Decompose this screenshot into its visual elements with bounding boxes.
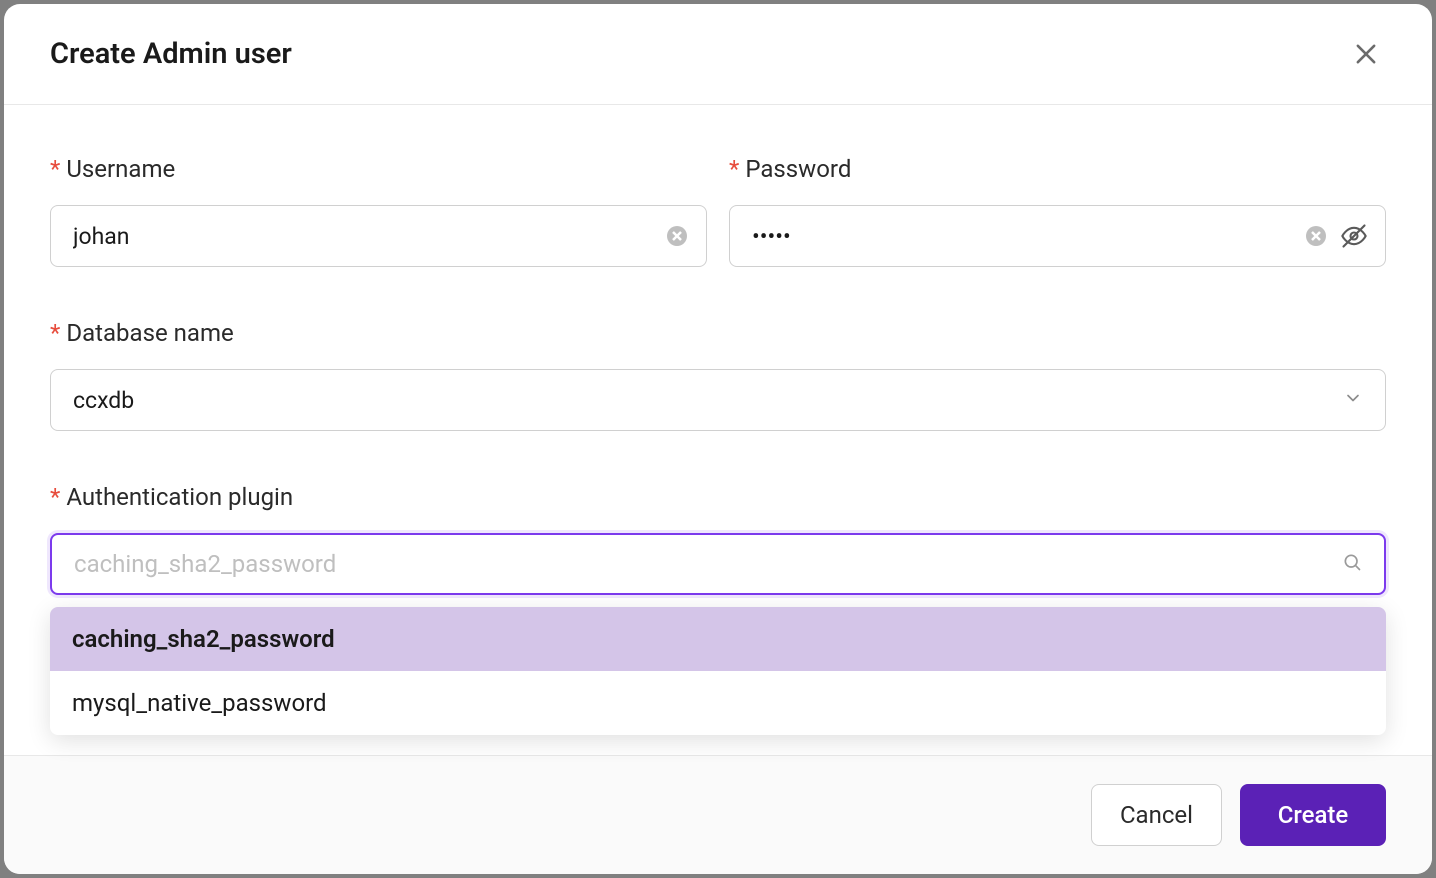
modal-header: Create Admin user (4, 4, 1432, 105)
create-admin-user-modal: Create Admin user *Username (4, 4, 1432, 874)
clear-icon (672, 231, 682, 241)
username-label: *Username (50, 155, 707, 183)
auth-plugin-label-text: Authentication plugin (66, 483, 293, 511)
create-button[interactable]: Create (1240, 784, 1386, 846)
eye-off-icon (1340, 222, 1368, 250)
password-label: *Password (729, 155, 1386, 183)
clear-icon (1311, 231, 1321, 241)
clear-username-button[interactable] (667, 226, 687, 246)
password-input[interactable] (729, 205, 1386, 267)
database-select-wrapper: ccxdb (50, 369, 1386, 431)
required-asterisk: * (50, 155, 60, 183)
database-group: *Database name ccxdb (50, 319, 1386, 431)
close-button[interactable] (1346, 34, 1386, 74)
cancel-button[interactable]: Cancel (1091, 784, 1222, 846)
database-selected-value: ccxdb (73, 387, 134, 414)
username-group: *Username (50, 155, 707, 267)
required-asterisk: * (50, 319, 60, 347)
required-asterisk: * (729, 155, 739, 183)
auth-plugin-select[interactable] (50, 533, 1386, 595)
auth-plugin-group: *Authentication plugin caching_sha2_pass… (50, 483, 1386, 595)
required-asterisk: * (50, 483, 60, 511)
auth-plugin-search-input[interactable] (74, 550, 1342, 578)
form-row-credentials: *Username *Password (50, 155, 1386, 267)
password-group: *Password (729, 155, 1386, 267)
username-label-text: Username (66, 155, 175, 183)
chevron-down-icon (1343, 387, 1363, 414)
database-label-text: Database name (66, 319, 233, 347)
auth-plugin-option-caching-sha2[interactable]: caching_sha2_password (50, 607, 1386, 671)
password-input-wrapper (729, 205, 1386, 267)
username-input-wrapper (50, 205, 707, 267)
modal-body: *Username *Password (4, 105, 1432, 755)
database-select[interactable]: ccxdb (50, 369, 1386, 431)
password-label-text: Password (745, 155, 851, 183)
auth-plugin-option-mysql-native[interactable]: mysql_native_password (50, 671, 1386, 735)
username-input[interactable] (50, 205, 707, 267)
auth-plugin-label: *Authentication plugin (50, 483, 1386, 511)
toggle-password-visibility-button[interactable] (1340, 222, 1368, 250)
database-label: *Database name (50, 319, 1386, 347)
auth-plugin-dropdown: caching_sha2_password mysql_native_passw… (50, 607, 1386, 735)
modal-footer: Cancel Create (4, 755, 1432, 874)
close-icon (1352, 40, 1380, 68)
auth-plugin-select-wrapper: caching_sha2_password mysql_native_passw… (50, 533, 1386, 595)
search-icon (1342, 550, 1362, 578)
clear-password-button[interactable] (1306, 226, 1326, 246)
modal-title: Create Admin user (50, 37, 292, 71)
